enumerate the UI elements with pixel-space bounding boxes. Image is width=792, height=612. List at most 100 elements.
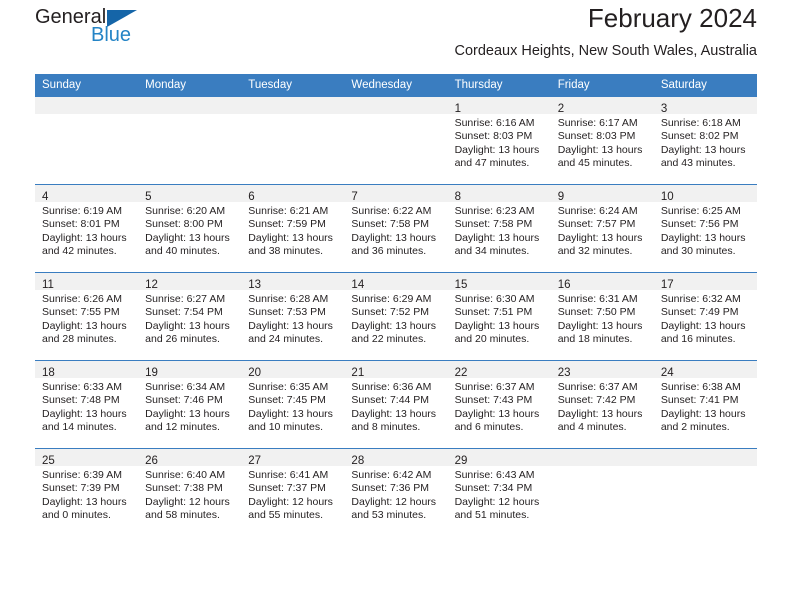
sunrise-time: Sunrise: 6:37 AM [454,381,535,393]
day-cell-content: 18 Sunrise: 6:33 AM Sunset: 7:48 PM Dayligh… [35,361,139,448]
day-number: 14 [351,279,365,291]
calendar-day-cell [138,96,242,185]
day-cell-details: Sunrise: 6:31 AM Sunset: 7:50 PM Daylight:… [551,290,654,347]
day-cell-content: 1 Sunrise: 6:16 AM Sunset: 8:03 PM Daylight… [447,97,551,184]
daylight-duration-line2: and 42 minutes. [42,245,117,258]
day-cell-details: Sunrise: 6:19 AM Sunset: 8:01 PM Daylight:… [35,202,138,259]
calendar-day-cell[interactable]: 1 Sunrise: 6:16 AM Sunset: 8:03 PM Daylight… [447,96,551,185]
calendar-day-cell[interactable]: 24 Sunrise: 6:38 AM Sunset: 7:41 PM Dayligh… [653,360,757,449]
sunset-time: Sunset: 7:38 PM [145,482,223,495]
calendar-day-cell[interactable]: 26 Sunrise: 6:40 AM Sunset: 7:38 PM Dayligh… [138,448,242,537]
day-number-band [138,97,242,114]
calendar-day-cell[interactable]: 2 Sunrise: 6:17 AM Sunset: 8:03 PM Daylight… [550,96,654,185]
calendar-day-cell[interactable]: 13 Sunrise: 6:28 AM Sunset: 7:53 PM Dayligh… [241,272,345,361]
general-blue-logo: General Blue [35,6,155,56]
calendar-day-cell[interactable]: 23 Sunrise: 6:37 AM Sunset: 7:42 PM Dayligh… [550,360,654,449]
calendar-day-cell[interactable]: 27 Sunrise: 6:41 AM Sunset: 7:37 PM Dayligh… [241,448,345,537]
calendar-week-row: 25 Sunrise: 6:39 AM Sunset: 7:39 PM Dayligh… [35,448,757,537]
day-cell-details: Sunrise: 6:26 AM Sunset: 7:55 PM Daylight:… [35,290,138,347]
day-cell-details: Sunrise: 6:35 AM Sunset: 7:45 PM Daylight:… [241,378,344,435]
daylight-duration-line2: and 47 minutes. [454,157,530,170]
day-cell-content: 15 Sunrise: 6:30 AM Sunset: 7:51 PM Dayligh… [447,273,551,360]
daylight-duration-line1: Daylight: 13 hours [351,407,437,420]
day-number-band: 14 [344,273,448,291]
day-number: 13 [248,279,262,291]
calendar-day-cell[interactable]: 25 Sunrise: 6:39 AM Sunset: 7:39 PM Dayligh… [35,448,139,537]
sunrise-time: Sunrise: 6:23 AM [454,205,535,217]
day-number-band: 17 [653,273,757,291]
weekday-header-thursday: Thursday [447,74,551,97]
calendar-day-cell[interactable]: 15 Sunrise: 6:30 AM Sunset: 7:51 PM Dayligh… [447,272,551,361]
day-cell-details: Sunrise: 6:23 AM Sunset: 7:58 PM Daylight:… [448,202,551,259]
calendar-day-cell[interactable]: 3 Sunrise: 6:18 AM Sunset: 8:02 PM Daylight… [653,96,757,185]
daylight-duration-line1: Daylight: 13 hours [42,231,127,244]
day-number-band: 25 [35,449,139,467]
sunrise-time: Sunrise: 6:29 AM [351,293,432,305]
sunrise-time: Sunrise: 6:21 AM [248,205,329,217]
calendar-day-cell[interactable]: 10 Sunrise: 6:25 AM Sunset: 7:56 PM Dayligh… [653,184,757,273]
calendar-day-cell[interactable]: 4 Sunrise: 6:19 AM Sunset: 8:01 PM Daylight… [35,184,139,273]
weekday-header-sunday: Sunday [35,74,139,97]
day-cell-content: 24 Sunrise: 6:38 AM Sunset: 7:41 PM Dayligh… [653,361,757,448]
day-cell-content: 26 Sunrise: 6:40 AM Sunset: 7:38 PM Dayligh… [138,449,242,537]
calendar-day-cell[interactable]: 19 Sunrise: 6:34 AM Sunset: 7:46 PM Dayligh… [138,360,242,449]
daylight-duration-line1: Daylight: 12 hours [454,495,540,508]
calendar-day-cell[interactable]: 17 Sunrise: 6:32 AM Sunset: 7:49 PM Dayligh… [653,272,757,361]
daylight-duration-line2: and 58 minutes. [145,509,220,522]
day-cell-content: 12 Sunrise: 6:27 AM Sunset: 7:54 PM Dayligh… [138,273,242,360]
daylight-duration-line1: Daylight: 13 hours [557,231,643,244]
sunset-time: Sunset: 7:51 PM [454,306,533,319]
sunrise-time: Sunrise: 6:40 AM [145,469,226,481]
day-cell-details: Sunrise: 6:37 AM Sunset: 7:42 PM Daylight:… [551,378,654,435]
day-number-band [550,449,654,466]
daylight-duration-line2: and 32 minutes. [557,245,633,258]
calendar-day-cell[interactable]: 22 Sunrise: 6:37 AM Sunset: 7:43 PM Dayligh… [447,360,551,449]
sunset-time: Sunset: 7:43 PM [454,394,533,407]
day-number: 8 [454,191,461,203]
daylight-duration-line2: and 4 minutes. [557,421,627,434]
calendar-day-cell[interactable]: 21 Sunrise: 6:36 AM Sunset: 7:44 PM Dayligh… [344,360,448,449]
sunrise-time: Sunrise: 6:28 AM [248,293,329,305]
sunset-time: Sunset: 7:54 PM [145,306,223,319]
day-cell-content: 2 Sunrise: 6:17 AM Sunset: 8:03 PM Daylight… [550,97,654,184]
day-cell-content [241,97,345,184]
day-cell-content: 13 Sunrise: 6:28 AM Sunset: 7:53 PM Dayligh… [241,273,345,360]
daylight-duration-line2: and 45 minutes. [557,157,633,170]
calendar-day-cell[interactable]: 7 Sunrise: 6:22 AM Sunset: 7:58 PM Daylight… [344,184,448,273]
day-number-band: 7 [344,185,448,203]
calendar-day-cell[interactable]: 8 Sunrise: 6:23 AM Sunset: 7:58 PM Daylight… [447,184,551,273]
page-header: General Blue February 2024 Cordeaux Heig… [35,0,757,74]
day-number: 2 [557,103,565,115]
daylight-duration-line2: and 30 minutes. [660,245,736,258]
calendar-day-cell[interactable]: 28 Sunrise: 6:42 AM Sunset: 7:36 PM Dayligh… [344,448,448,537]
calendar-day-cell[interactable]: 9 Sunrise: 6:24 AM Sunset: 7:57 PM Daylight… [550,184,654,273]
sunrise-time: Sunrise: 6:18 AM [660,117,741,129]
calendar-day-cell[interactable]: 16 Sunrise: 6:31 AM Sunset: 7:50 PM Dayligh… [550,272,654,361]
day-number-band [241,97,345,114]
calendar-day-cell[interactable]: 18 Sunrise: 6:33 AM Sunset: 7:48 PM Dayligh… [35,360,139,449]
sunset-time: Sunset: 7:58 PM [351,218,430,231]
daylight-duration-line1: Daylight: 13 hours [248,407,333,420]
calendar-day-cell[interactable]: 11 Sunrise: 6:26 AM Sunset: 7:55 PM Dayligh… [35,272,139,361]
daylight-duration-line2: and 0 minutes. [42,509,111,522]
sunrise-time: Sunrise: 6:22 AM [351,205,432,217]
daylight-duration-line1: Daylight: 13 hours [248,231,333,244]
calendar-day-cell[interactable]: 29 Sunrise: 6:43 AM Sunset: 7:34 PM Dayligh… [447,448,551,537]
day-number-band: 26 [138,449,242,467]
day-cell-details [241,114,344,117]
calendar-day-cell[interactable]: 5 Sunrise: 6:20 AM Sunset: 8:00 PM Daylight… [138,184,242,273]
day-cell-details: Sunrise: 6:41 AM Sunset: 7:37 PM Daylight:… [241,466,344,523]
calendar-day-cell[interactable]: 14 Sunrise: 6:29 AM Sunset: 7:52 PM Dayligh… [344,272,448,361]
daylight-duration-line2: and 53 minutes. [351,509,427,522]
day-cell-details: Sunrise: 6:37 AM Sunset: 7:43 PM Daylight:… [448,378,551,435]
day-cell-details [35,114,138,117]
calendar-week-row: 18 Sunrise: 6:33 AM Sunset: 7:48 PM Dayligh… [35,360,757,449]
calendar-day-cell[interactable]: 12 Sunrise: 6:27 AM Sunset: 7:54 PM Dayligh… [138,272,242,361]
day-cell-content: 10 Sunrise: 6:25 AM Sunset: 7:56 PM Dayligh… [653,185,757,272]
day-cell-details: Sunrise: 6:43 AM Sunset: 7:34 PM Daylight:… [448,466,551,523]
day-cell-details: Sunrise: 6:39 AM Sunset: 7:39 PM Daylight:… [35,466,138,523]
sunrise-time: Sunrise: 6:35 AM [248,381,329,393]
day-cell-details: Sunrise: 6:32 AM Sunset: 7:49 PM Daylight:… [654,290,757,347]
calendar-day-cell[interactable]: 20 Sunrise: 6:35 AM Sunset: 7:45 PM Dayligh… [241,360,345,449]
calendar-day-cell[interactable]: 6 Sunrise: 6:21 AM Sunset: 7:59 PM Daylight… [241,184,345,273]
